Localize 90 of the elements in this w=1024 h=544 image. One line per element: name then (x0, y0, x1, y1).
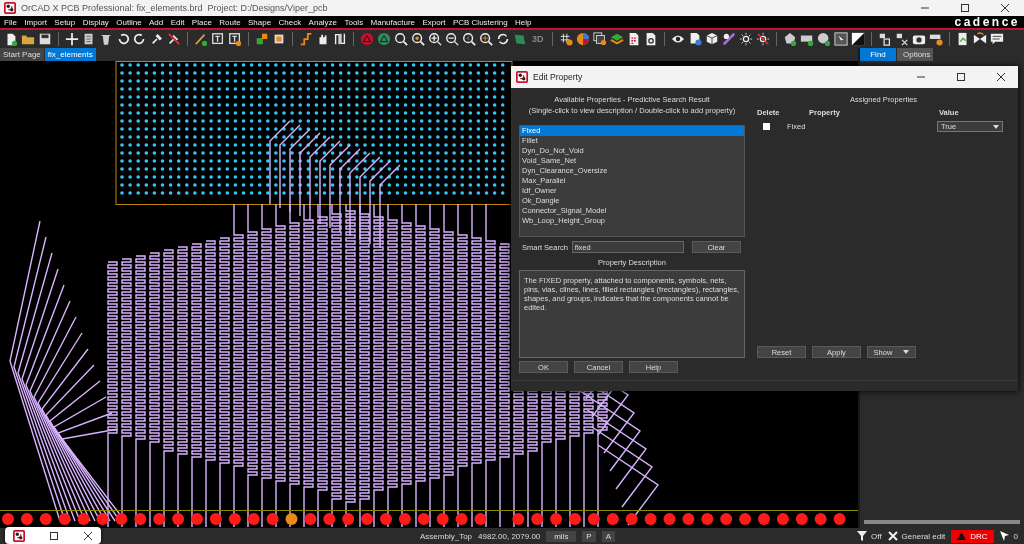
a-button[interactable]: A (601, 530, 615, 542)
chip-icon[interactable] (272, 32, 286, 46)
select-box-icon[interactable] (833, 32, 848, 46)
menu-item[interactable]: File (4, 17, 23, 27)
close-icon[interactable] (83, 530, 93, 541)
move-icon[interactable] (65, 32, 79, 46)
pointer-icon (999, 531, 1010, 541)
document-tab[interactable]: Start Page (0, 48, 44, 61)
menu-item[interactable]: Add (149, 17, 169, 27)
triangle-square-icon[interactable] (850, 32, 865, 46)
close-icon[interactable] (1000, 3, 1010, 13)
component-place-icon[interactable] (255, 32, 269, 46)
menu-item[interactable]: Import (24, 17, 53, 27)
subclass-label: Assembly_Top (420, 531, 473, 541)
coordinates-label: 4982.00, 2079.00 (478, 531, 541, 541)
zoom-icon[interactable] (462, 32, 476, 46)
selection-count: 0 (1013, 531, 1018, 541)
stack-icon[interactable] (609, 32, 624, 46)
menu-item[interactable]: Edit (170, 17, 190, 27)
menu-item[interactable]: Place (191, 17, 218, 27)
sun-off-icon[interactable] (755, 32, 770, 46)
delete-icon[interactable] (99, 32, 113, 46)
window-title: OrCAD X PCB Professional: fix_elements.brd Project: D:/Designs/Viper_pcb (21, 3, 329, 13)
warning-icon (957, 532, 967, 540)
edit-mode-label: General edit (901, 531, 946, 541)
maximize-icon[interactable] (960, 3, 970, 13)
target-icon[interactable] (377, 32, 391, 46)
circle-add-icon[interactable] (816, 32, 831, 46)
app-logo-icon[interactable] (13, 529, 25, 542)
units-button[interactable]: mils (546, 530, 577, 542)
measure-icon[interactable] (928, 32, 943, 46)
edit-text-icon[interactable] (228, 32, 242, 46)
menu-item[interactable]: Check (278, 17, 307, 27)
caret-icon (903, 350, 910, 354)
menu-item[interactable]: Help (515, 17, 537, 27)
menu-item[interactable]: PCB Clustering (452, 17, 513, 27)
panel-tab[interactable]: Find (860, 48, 896, 61)
zoom-out-icon[interactable] (445, 32, 459, 46)
menu-item[interactable]: Manufacture (370, 17, 421, 27)
view-3d-button[interactable]: 3D (530, 34, 546, 44)
add-text-icon[interactable] (211, 32, 225, 46)
zoom-in-icon[interactable] (428, 32, 442, 46)
sun-icon[interactable] (738, 32, 753, 46)
app-logo-icon (516, 71, 528, 83)
zoom-icon[interactable] (479, 32, 493, 46)
maximize-icon[interactable] (956, 72, 966, 82)
menu-item[interactable]: Setup (54, 17, 81, 27)
scrollbar[interactable] (864, 520, 1020, 524)
board-icon[interactable] (513, 32, 527, 46)
document-tab[interactable]: fix_elements (44, 48, 96, 61)
menu-item[interactable]: Tools (344, 17, 369, 27)
slide-icon[interactable] (333, 32, 347, 46)
unpin-icon[interactable] (167, 32, 181, 46)
menu-item[interactable]: Analyze (308, 17, 343, 27)
add-line-icon[interactable] (194, 32, 208, 46)
refresh-icon[interactable] (496, 32, 510, 46)
caret-icon (993, 124, 999, 129)
undo-icon[interactable] (116, 32, 130, 46)
save-icon[interactable] (38, 32, 52, 46)
menu-item[interactable]: Shape (248, 17, 277, 27)
dialog-title: Edit Property (533, 72, 584, 82)
maximize-icon[interactable] (49, 530, 59, 541)
zoom-icon[interactable] (411, 32, 425, 46)
probe-icon[interactable] (877, 32, 892, 46)
filter-icon[interactable] (857, 531, 868, 541)
comment-icon[interactable] (989, 32, 1004, 46)
palette-icon[interactable] (721, 32, 736, 46)
target-icon[interactable] (360, 32, 374, 46)
brand-logo: cadence (954, 15, 1021, 29)
grid-icon[interactable] (558, 32, 573, 46)
drc-button[interactable]: DRC (951, 529, 994, 543)
pentagon-add-icon[interactable] (782, 32, 797, 46)
p-button[interactable]: P (582, 530, 596, 542)
layers-icon[interactable] (592, 32, 607, 46)
color-wheel-icon[interactable] (575, 32, 590, 46)
delete-checkbox[interactable] (763, 123, 770, 130)
menu-item[interactable]: Outline (116, 17, 147, 27)
cube-icon[interactable] (704, 32, 719, 46)
zoom-icon[interactable] (394, 32, 408, 46)
swap-icon[interactable] (972, 32, 987, 46)
route-icon[interactable] (299, 32, 313, 46)
panel-tab[interactable]: Options (897, 48, 933, 61)
menu-item[interactable]: Display (82, 17, 115, 27)
menu-item[interactable]: Route (219, 17, 246, 27)
filter-status: Off (871, 531, 882, 541)
redo-icon[interactable] (133, 32, 147, 46)
probe-delete-icon[interactable] (894, 32, 909, 46)
copy-icon[interactable] (82, 32, 96, 46)
menu-item[interactable]: Export (422, 17, 451, 27)
close-icon[interactable] (996, 72, 1006, 82)
